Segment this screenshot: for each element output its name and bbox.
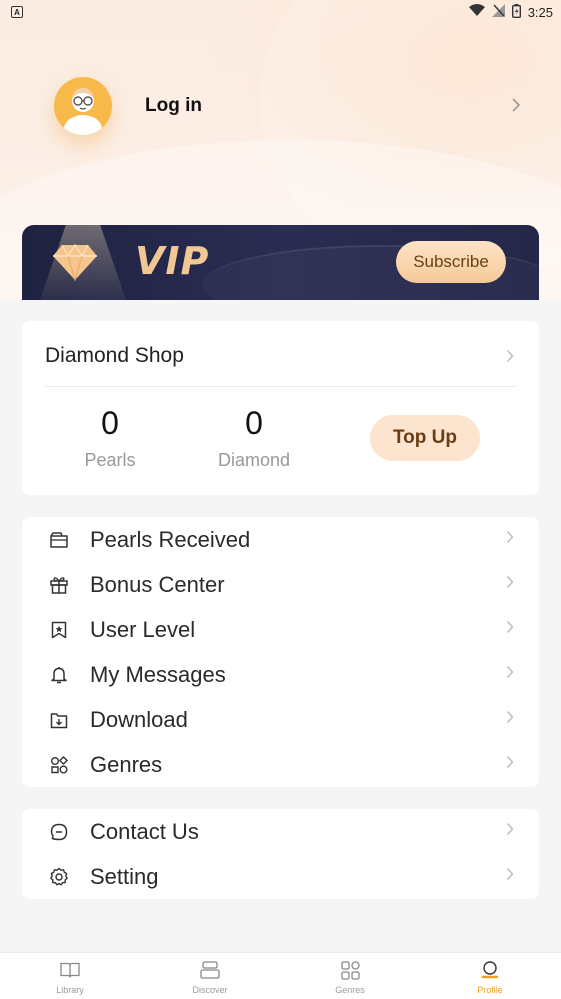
genres-icon (48, 754, 70, 776)
menu-item-label: Contact Us (90, 818, 199, 844)
chat-icon (48, 821, 70, 843)
nav-tab-label: Genres (335, 985, 365, 995)
nav-tab-discover[interactable]: Discover (170, 953, 250, 999)
chevron-right-icon[interactable] (506, 349, 514, 368)
diamond-stat: 0 Diamond (194, 405, 314, 471)
login-link[interactable]: Log in (145, 95, 202, 117)
chevron-right-icon (506, 755, 514, 774)
bookmark-star-icon (48, 619, 70, 641)
diamond-shop-card: Diamond Shop 0 Pearls 0 Diamond Top Up (22, 321, 539, 495)
book-icon (60, 959, 80, 981)
nav-tab-label: Discover (192, 985, 228, 995)
no-signal-icon (491, 4, 505, 20)
app-notification-icon: A (11, 6, 23, 18)
chevron-right-icon (506, 822, 514, 841)
diamond-icon (52, 243, 98, 286)
nav-tab-label: Library (56, 985, 84, 995)
menu-item-pearls-received[interactable]: Pearls Received (22, 517, 539, 562)
nav-tab-profile[interactable]: Profile (450, 953, 530, 999)
diamond-shop-title[interactable]: Diamond Shop (45, 344, 184, 368)
bottom-nav: Library Discover Genres Profile (0, 952, 561, 999)
menu-item-user-level[interactable]: User Level (22, 607, 539, 652)
vip-title: VIP (135, 239, 210, 283)
menu-item-label: Setting (90, 863, 159, 889)
pearls-stat: 0 Pearls (50, 405, 170, 471)
wifi-icon (468, 4, 485, 20)
chevron-right-icon (506, 530, 514, 549)
menu-card-secondary: Contact Us Setting (22, 809, 539, 899)
menu-item-my-messages[interactable]: My Messages (22, 652, 539, 697)
diamond-count: 0 (245, 405, 263, 441)
discover-icon (200, 959, 220, 981)
top-up-button[interactable]: Top Up (370, 415, 480, 461)
nav-tab-label: Profile (477, 985, 503, 995)
menu-item-label: My Messages (90, 661, 226, 687)
menu-item-genres[interactable]: Genres (22, 742, 539, 787)
menu-item-download[interactable]: Download (22, 697, 539, 742)
nav-tab-genres[interactable]: Genres (310, 953, 390, 999)
menu-item-label: Pearls Received (90, 526, 251, 552)
bell-icon (48, 664, 70, 686)
chevron-right-icon[interactable] (511, 97, 521, 118)
chevron-right-icon (506, 620, 514, 639)
subscribe-button[interactable]: Subscribe (396, 241, 506, 283)
menu-card-main: Pearls Received Bonus Center User Level … (22, 517, 539, 787)
status-bar: A 3:25 (0, 0, 561, 24)
chevron-right-icon (506, 867, 514, 886)
chevron-right-icon (506, 710, 514, 729)
menu-item-label: Genres (90, 751, 163, 777)
menu-item-label: Download (90, 706, 188, 732)
download-folder-icon (48, 709, 70, 731)
gear-icon (48, 866, 70, 888)
user-avatar-icon (64, 88, 102, 135)
grid-icon (340, 959, 360, 981)
avatar[interactable] (54, 77, 112, 135)
menu-item-contact-us[interactable]: Contact Us (22, 809, 539, 854)
gift-icon (48, 574, 70, 596)
menu-item-bonus-center[interactable]: Bonus Center (22, 562, 539, 607)
chevron-right-icon (506, 575, 514, 594)
menu-item-setting[interactable]: Setting (22, 854, 539, 899)
battery-icon (511, 3, 521, 21)
profile-icon (481, 959, 499, 981)
chevron-right-icon (506, 665, 514, 684)
menu-item-label: User Level (90, 616, 196, 642)
pearls-label: Pearls (84, 450, 136, 470)
diamond-label: Diamond (217, 450, 291, 470)
clock: 3:25 (527, 4, 553, 20)
vip-banner[interactable]: VIP Subscribe (22, 225, 539, 300)
pearls-count: 0 (101, 405, 119, 441)
nav-tab-library[interactable]: Library (30, 953, 110, 999)
menu-item-label: Bonus Center (90, 571, 225, 597)
divider (45, 386, 517, 387)
wallet-icon (48, 529, 70, 551)
